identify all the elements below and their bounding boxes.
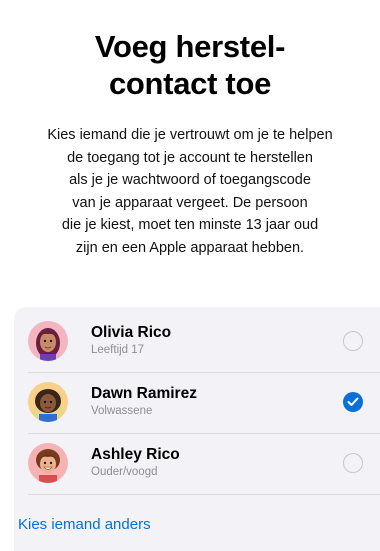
description-line: van je apparaat vergeet. De persoon [72,194,308,211]
description-line: Kies iemand die je vertrouwt om je te he… [47,127,333,143]
description-line: zijn en een Apple apparaat hebben. [75,239,305,256]
checkmark-icon [347,397,359,406]
description-line: die je kiest, moet ten minste 13 jaar ou… [61,217,319,233]
contact-row-dawn-ramirez[interactable]: Dawn Ramirez Volwassene [14,372,380,433]
contact-name: Ashley Rico [91,446,180,463]
contact-radio[interactable] [343,331,363,351]
contact-list: Olivia Rico Leeftijd 17 Dawn Ramirez Vol… [14,307,380,551]
avatar [28,382,68,422]
contact-relation: Volwassene [91,405,153,417]
row-divider [28,494,380,495]
contact-relation: Ouder/voogd [91,466,158,478]
description: Kies iemand die je vertrouwt om je te he… [8,124,372,259]
contact-relation: Leeftijd 17 [91,344,145,356]
description-line: als je je wachtwoord of toegangscode [69,172,311,188]
page-title-line: Voeg herstel- [94,29,286,64]
avatar [28,321,68,361]
choose-someone-else-button[interactable]: Kies iemand anders [18,516,151,533]
contact-radio[interactable] [343,453,363,473]
page-title-line: contact toe [108,66,272,101]
choose-someone-else-label: Kies iemand anders [18,516,151,533]
contact-radio-selected[interactable] [343,392,363,412]
contact-name: Dawn Ramirez [91,385,197,402]
contact-row-olivia-rico[interactable]: Olivia Rico Leeftijd 17 [14,311,380,372]
description-line: de toegang tot je account te herstellen [67,149,313,166]
avatar [28,443,68,483]
contact-name: Olivia Rico [91,324,172,341]
contact-row-ashley-rico[interactable]: Ashley Rico Ouder/voogd [14,433,380,494]
page-title: Voeg herstel- contact toe [0,28,380,102]
